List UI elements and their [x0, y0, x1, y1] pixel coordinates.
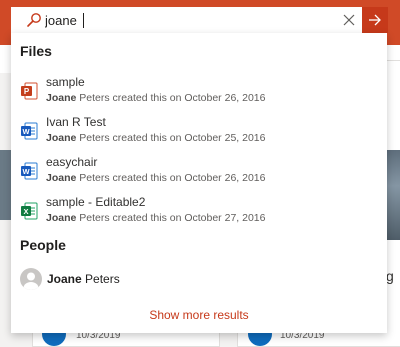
- user-avatar-icon: [20, 268, 42, 290]
- person-name-rest: Peters: [81, 272, 120, 286]
- file-name: sample: [46, 75, 85, 89]
- file-meta: Joane Peters created this on October 26,…: [46, 92, 265, 104]
- search-input[interactable]: [45, 10, 335, 30]
- search-box[interactable]: [11, 7, 363, 33]
- person-name: Joane Peters: [47, 272, 120, 286]
- file-name: easychair: [46, 155, 98, 169]
- file-meta: Joane Peters created this on October 27,…: [46, 212, 265, 224]
- file-result[interactable]: X sample - Editable2 Joane Peters create…: [11, 192, 387, 228]
- svg-text:W: W: [22, 127, 30, 136]
- file-author: Joane: [46, 172, 77, 184]
- file-result[interactable]: W easychair Joane Peters created this on…: [11, 152, 387, 188]
- file-name: Ivan R Test: [46, 115, 106, 129]
- file-author: Joane: [46, 92, 77, 104]
- file-meta: Joane Peters created this on October 25,…: [46, 132, 265, 144]
- excel-file-icon: X: [21, 202, 38, 220]
- word-file-icon: W: [21, 122, 38, 140]
- search-icon: [27, 13, 41, 27]
- file-meta-text: Peters created this on October 27, 2016: [76, 212, 266, 224]
- file-author: Joane: [46, 212, 77, 224]
- file-meta-text: Peters created this on October 26, 2016: [76, 172, 266, 184]
- file-meta: Joane Peters created this on October 26,…: [46, 172, 265, 184]
- search-submit-button[interactable]: [362, 7, 388, 33]
- file-result[interactable]: W Ivan R Test Joane Peters created this …: [11, 112, 387, 148]
- person-result[interactable]: Joane Peters: [11, 266, 387, 292]
- arrow-right-icon: [369, 14, 381, 26]
- svg-text:W: W: [22, 167, 30, 176]
- close-icon[interactable]: [342, 13, 356, 27]
- people-heading: People: [20, 237, 66, 253]
- file-result[interactable]: P sample Joane Peters created this on Oc…: [11, 72, 387, 108]
- svg-text:X: X: [23, 207, 28, 216]
- file-meta-text: Peters created this on October 25, 2016: [76, 132, 266, 144]
- file-name: sample - Editable2: [46, 195, 146, 209]
- file-author: Joane: [46, 132, 77, 144]
- background-thumbnail: [385, 150, 400, 240]
- files-heading: Files: [20, 43, 52, 59]
- word-file-icon: W: [21, 162, 38, 180]
- background-text: g: [386, 268, 394, 284]
- show-more-results-link[interactable]: Show more results: [11, 308, 387, 322]
- search-suggestions-dropdown: Files P sample Joane Peters created this…: [11, 33, 387, 333]
- svg-text:P: P: [24, 87, 30, 96]
- powerpoint-file-icon: P: [21, 82, 38, 100]
- person-name-match: Joane: [47, 272, 82, 286]
- text-cursor: [83, 13, 84, 28]
- file-meta-text: Peters created this on October 26, 2016: [76, 92, 266, 104]
